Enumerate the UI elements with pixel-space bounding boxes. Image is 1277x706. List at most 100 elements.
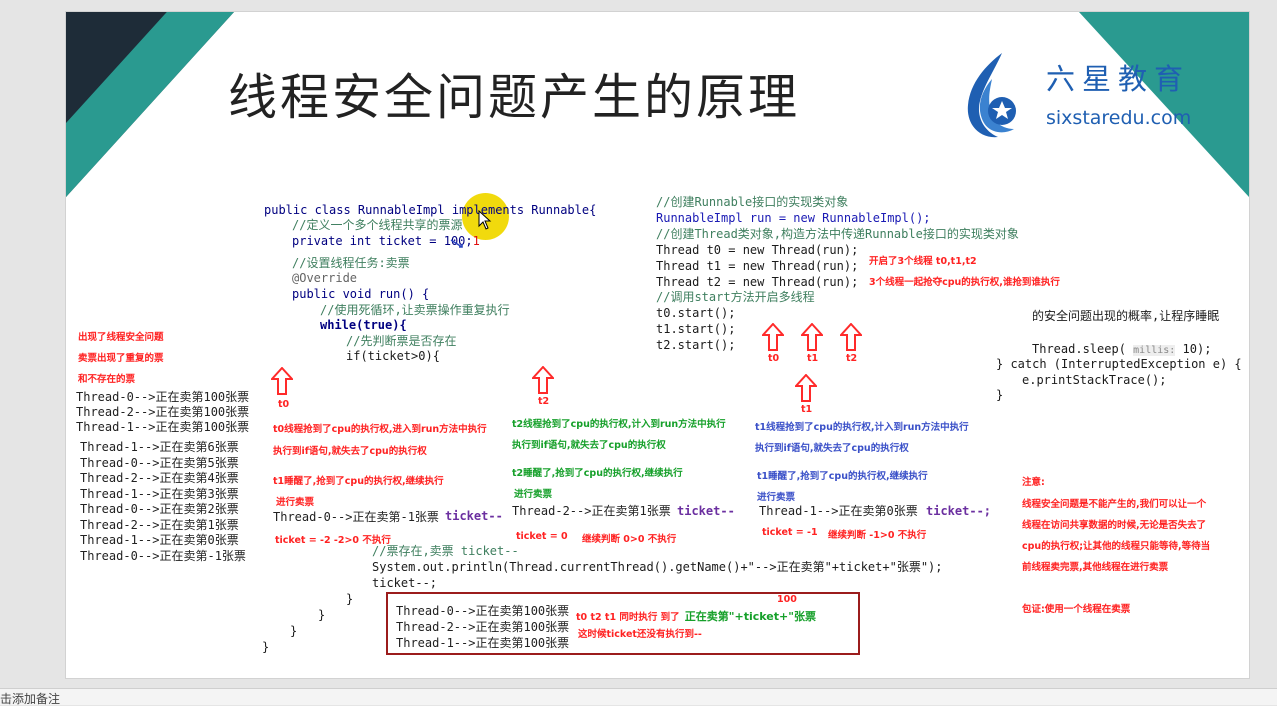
code-right-comment: //创建Thread类对象,构造方法中传递Runnable接口的实现类对象 [656,227,1019,241]
notice-line: 线程在访问共享数据的时候,无论是否失去了 [1022,520,1207,531]
code-line-brace: } [262,640,270,654]
t0-step-4: 进行卖票 [276,497,315,508]
label-up-t0: t0 [768,353,780,364]
code-line-comment: //定义一个多个线程共享的票源 [292,218,463,232]
logo-icon [958,49,1030,141]
note-nonexistent: 和不存在的票 [78,374,136,385]
output-line: Thread-1-->正在卖第6张票 [80,440,239,454]
code-right-line: t0.start(); [656,306,736,320]
output-line: Thread-2-->正在卖第4张票 [80,471,239,485]
notice-line: cpu的执行权;让其他的线程只能等待,等待当 [1022,541,1211,552]
code-line-comment: //设置线程任务:卖票 [292,256,410,270]
t2-step-5: ticket = 0 [516,531,568,542]
code-right-comment: //创建Runnable接口的实现类对象 [656,195,849,209]
code-right-comment: //调用start方法开启多线程 [656,290,815,304]
t2-step-1: t2线程抢到了cpu的执行权,计入到run方法中执行 [512,419,726,430]
label-t1: t1 [801,404,813,415]
t0-decrement: ticket-- [445,509,503,523]
code-right-line: t2.start(); [656,338,736,352]
code-line-brace: } [318,608,326,622]
label-up-t2: t2 [846,353,858,364]
t1-step-1: t1线程抢到了cpu的执行权,计入到run方法中执行 [755,422,969,433]
note-duplicate: 卖票出现了重复的票 [78,353,164,364]
t0-step-2: 执行到if语句,就失去了cpu的执行权 [273,446,427,457]
box-number: 100 [777,594,797,605]
output-line: Thread-1-->正在卖第100张票 [76,420,250,434]
code-line-println: System.out.println(Thread.currentThread(… [372,560,943,574]
t2-decrement: ticket-- [677,504,735,518]
note-safety-issue: 出现了线程安全问题 [78,332,164,343]
output-line: Thread-1-->正在卖第3张票 [80,487,239,501]
t2-step-3: t2睡醒了,抢到了cpu的执行权,继续执行 [512,468,683,479]
box-output-line: Thread-2-->正在卖第100张票 [396,620,570,634]
t0-step-5: ticket = -2 -2>0 不执行 [275,535,391,546]
notice-line: 前线程卖完票,其他线程在进行卖票 [1022,562,1169,573]
label-t0: t0 [278,399,290,410]
code-right-line: Thread t0 = new Thread(run); [656,243,859,257]
code-line-comment: //先判断票是否存在 [346,334,457,348]
output-line: Thread-0-->正在卖第-1张票 [80,549,246,563]
code-right-line: Thread t1 = new Thread(run); [656,259,859,273]
box-output-line: Thread-1-->正在卖第100张票 [396,636,570,650]
label-t2: t2 [538,396,550,407]
output-line: Thread-0-->正在卖第2张票 [80,502,239,516]
code-far-right-brace: } [996,388,1004,402]
box-output-line: Thread-0-->正在卖第100张票 [396,604,570,618]
notice-title: 注意: [1022,477,1045,488]
t1-step-2: 执行到if语句,就失去了cpu的执行权 [755,443,909,454]
t1-step-3: t1睡醒了,抢到了cpu的执行权,继续执行 [757,471,928,482]
code-line-comment: //使用死循环,让卖票操作重复执行 [320,303,510,317]
up-arrow-icon [795,374,817,402]
code-far-right-catch: } catch (InterruptedException e) { [996,357,1242,371]
notes-placeholder[interactable]: 击添加备注 [0,693,60,705]
code-far-right-print: e.printStackTrace(); [1022,373,1167,387]
notice-line: 线程安全问题是不能产生的,我们可以让一个 [1022,499,1207,510]
corner-decoration-right [1079,12,1249,197]
slide-title: 线程安全问题产生的原理 [228,69,801,126]
t0-step-1: t0线程抢到了cpu的执行权,进入到run方法中执行 [273,424,487,435]
t1-step-5: ticket = -1 [762,527,818,538]
logo-chinese-name: 六星教育 [1046,62,1191,96]
box-note: t0 t2 t1 同时执行 到了 正在卖第"+ticket+"张票 [576,610,816,623]
up-arrow-icon [840,323,862,351]
slide: 线程安全问题产生的原理 六星教育 sixstaredu.com public c… [65,11,1250,679]
t0-step-3: t1睡醒了,抢到了cpu的执行权,继续执行 [273,476,444,487]
logo-domain: sixstaredu.com [1046,107,1192,129]
output-line: Thread-0-->正在卖第5张票 [80,456,239,470]
code-line-decrement: ticket--; [372,576,438,590]
notice-guarantee: 包证:使用一个线程在卖票 [1022,604,1131,615]
output-line: Thread-0-->正在卖第100张票 [76,390,250,404]
output-line: Thread-2-->正在卖第100张票 [76,405,250,419]
up-arrow-icon [801,323,823,351]
notes-bar[interactable]: 击添加备注 [0,688,1277,705]
label-up-t1: t1 [807,353,819,364]
up-arrow-icon [762,323,784,351]
t1-decrement: ticket--; [926,504,992,518]
code-line-annotation: @Override [292,271,358,285]
t2-step-6: 继续判断 0>0 不执行 [582,534,677,545]
code-right-line: RunnableImpl run = new RunnableImpl(); [656,211,931,225]
code-line-brace: } [346,592,354,606]
code-line-class: public class RunnableImpl implements Run… [264,203,597,217]
code-right-line: t1.start(); [656,322,736,336]
t0-output: Thread-0-->正在卖第-1张票 [273,510,439,524]
box-note-2: 这时候ticket还没有执行到-- [578,629,702,640]
code-line-brace: } [290,624,298,638]
annotation-cpu-race: 3个线程一起抢夺cpu的执行权,谁抢到谁执行 [869,277,1060,288]
t1-step-4: 进行卖票 [757,492,796,503]
annotation-start-threads: 开启了3个线程 t0,t1,t2 [869,256,977,267]
output-line: Thread-2-->正在卖第1张票 [80,518,239,532]
up-arrow-icon [532,366,554,394]
output-line: Thread-1-->正在卖第0张票 [80,533,239,547]
t1-output: Thread-1-->正在卖第0张票 [759,504,918,518]
code-far-right-comment: 的安全问题出现的概率,让程序睡眠 [1032,309,1220,323]
mouse-cursor-icon [478,209,492,230]
cursor-mark-icon [450,234,464,248]
t2-step-4: 进行卖票 [514,489,553,500]
t1-step-6: 继续判断 -1>0 不执行 [828,530,927,541]
up-arrow-icon [271,367,293,395]
code-line-while: while(true){ [320,318,407,332]
code-line-if: if(ticket>0){ [346,349,440,363]
code-line-method: public void run() { [292,287,430,301]
t2-step-2: 执行到if语句,就失去了cpu的执行权 [512,440,666,451]
